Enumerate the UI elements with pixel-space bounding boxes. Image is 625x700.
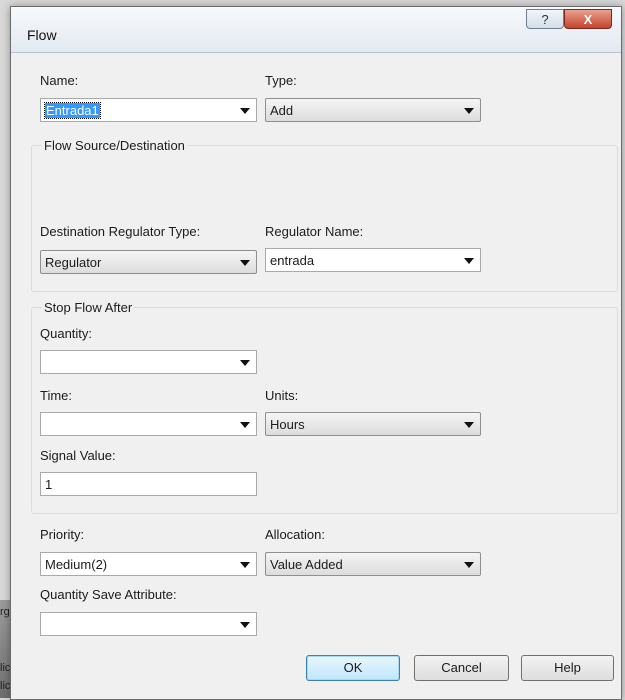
close-icon[interactable]: X (564, 9, 612, 29)
name-label: Name: (40, 73, 79, 88)
chevron-down-icon[interactable] (464, 562, 474, 568)
chevron-down-icon[interactable] (464, 422, 474, 428)
name-value: Entrada1 (44, 102, 101, 119)
dest-regulator-type-select[interactable]: Regulator (40, 250, 257, 274)
chevron-down-icon[interactable] (464, 258, 474, 264)
units-select[interactable]: Hours (265, 412, 481, 436)
quantity-save-attribute-label: Quantity Save Attribute: (40, 587, 177, 602)
help-button[interactable]: Help (521, 655, 614, 681)
background-text: lic (0, 662, 11, 674)
help-icon[interactable]: ? (526, 9, 564, 29)
time-label: Time: (40, 388, 73, 403)
regulator-name-label: Regulator Name: (265, 224, 364, 239)
regulator-name-value: entrada (270, 253, 315, 268)
chevron-down-icon[interactable] (240, 360, 250, 366)
priority-value: Medium(2) (45, 557, 108, 572)
stop-flow-legend: Stop Flow After (42, 300, 135, 315)
chevron-down-icon[interactable] (464, 108, 474, 114)
units-label: Units: (265, 388, 299, 403)
type-select[interactable]: Add (265, 98, 481, 122)
background-text: lic (0, 680, 11, 692)
chevron-down-icon[interactable] (240, 422, 250, 428)
background-text: rg (0, 606, 10, 618)
priority-combo[interactable]: Medium(2) (40, 552, 257, 576)
allocation-value: Value Added (270, 557, 343, 572)
signal-value-label: Signal Value: (40, 448, 116, 463)
priority-label: Priority: (40, 527, 85, 542)
units-value: Hours (270, 417, 305, 432)
regulator-name-combo[interactable]: entrada (265, 248, 481, 272)
chevron-down-icon[interactable] (240, 108, 250, 114)
allocation-select[interactable]: Value Added (265, 552, 481, 576)
window-title: Flow (27, 27, 57, 43)
allocation-label: Allocation: (265, 527, 325, 542)
chevron-down-icon[interactable] (240, 260, 250, 266)
type-value: Add (270, 103, 294, 118)
chevron-down-icon[interactable] (240, 562, 250, 568)
signal-value-text: 1 (45, 477, 53, 492)
flow-dialog: Flow ? X Name: Entrada1 Type: Add Flow S… (10, 6, 622, 700)
cancel-button[interactable]: Cancel (414, 655, 509, 681)
type-label: Type: (265, 73, 297, 88)
quantity-label: Quantity: (40, 326, 93, 341)
signal-value-input[interactable]: 1 (40, 472, 257, 496)
quantity-save-attribute-combo[interactable] (40, 612, 257, 636)
dest-regulator-type-label: Destination Regulator Type: (40, 224, 201, 239)
name-combo[interactable]: Entrada1 (40, 98, 257, 122)
dest-regulator-type-value: Regulator (45, 255, 102, 270)
title-bar[interactable]: Flow ? X (11, 7, 621, 53)
quantity-combo[interactable] (40, 350, 257, 374)
chevron-down-icon[interactable] (240, 622, 250, 628)
ok-button[interactable]: OK (306, 655, 400, 681)
flow-source-legend: Flow Source/Destination (42, 138, 187, 153)
time-combo[interactable] (40, 412, 257, 436)
